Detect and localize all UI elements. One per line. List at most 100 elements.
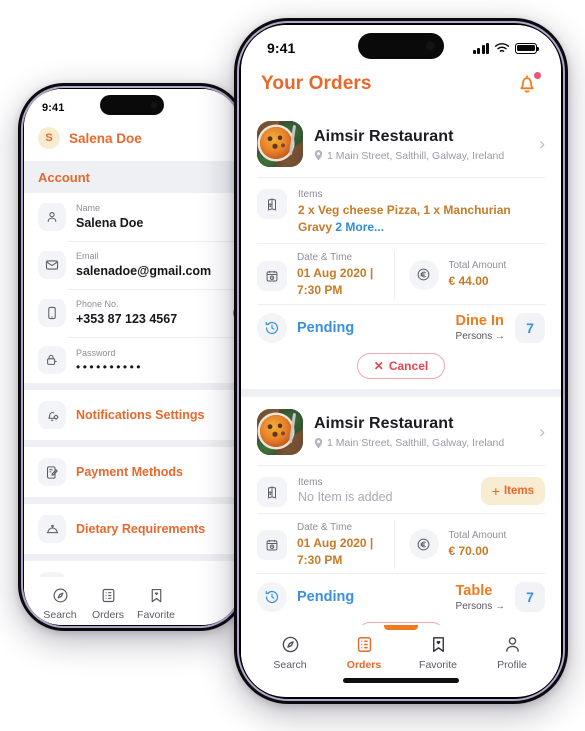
amount-label: Total Amount <box>448 530 507 542</box>
amount-value: € 44.00 <box>448 274 489 289</box>
add-items-button[interactable]: + Items <box>480 476 545 505</box>
back-tab-bar: Search Orders Favorite <box>24 577 240 625</box>
back-phone-screen: 9:41 S Salena Doe Account Name Salena Do… <box>24 89 240 625</box>
wifi-icon <box>494 43 510 52</box>
menu-item-rate-app[interactable]: Share App <box>24 561 240 577</box>
items-more-link[interactable]: 2 More... <box>335 220 384 234</box>
location-pin-icon <box>314 437 323 448</box>
order-items-row: Items No Item is added + Items <box>241 466 561 513</box>
close-icon: ✕ <box>373 358 384 373</box>
tab-label: Favorite <box>137 609 175 621</box>
compass-icon <box>282 636 298 653</box>
cloche-icon <box>38 515 66 544</box>
cancel-label: Cancel <box>388 358 429 373</box>
field-phone[interactable]: Phone No. +353 87 123 4567 ✓ <box>24 289 240 337</box>
phone-icon <box>38 299 66 328</box>
menu-items-icon <box>257 476 287 507</box>
back-phone-device: 9:41 S Salena Doe Account Name Salena Do… <box>18 83 246 631</box>
restaurant-address: 1 Main Street, Salthill, Galway, Ireland <box>314 437 524 449</box>
front-status-bar: 9:41 <box>241 25 561 65</box>
tab-label: Orders <box>91 609 125 621</box>
date-value: 01 Aug 2020 | 7:30 PM <box>297 535 374 567</box>
items-label: Items <box>298 189 323 200</box>
front-camera-icon <box>426 41 435 51</box>
order-card[interactable]: Aimsir Restaurant 1 Main Street, Salthil… <box>241 396 561 625</box>
notifications-button[interactable] <box>515 71 541 97</box>
orders-list[interactable]: Aimsir Restaurant 1 Main Street, Salthil… <box>241 109 561 625</box>
tab-label: Search <box>273 659 307 671</box>
location-pin-icon <box>314 150 323 161</box>
tab-orders[interactable]: Orders <box>327 635 401 671</box>
status-time: 9:41 <box>42 102 65 114</box>
persons-count: 7 <box>515 582 545 613</box>
account-user-header[interactable]: S Salena Doe <box>24 123 240 161</box>
cellular-icon <box>472 42 489 54</box>
tab-search[interactable]: Search <box>36 587 84 621</box>
tab-label: Profile <box>497 659 527 671</box>
clipboard-list-icon <box>102 588 114 603</box>
person-icon <box>505 637 519 652</box>
chevron-right-icon[interactable]: › <box>535 134 545 154</box>
tab-label: Favorite <box>419 659 457 671</box>
tab-profile[interactable]: Profile <box>475 635 549 671</box>
restaurant-row[interactable]: Aimsir Restaurant 1 Main Street, Salthil… <box>241 397 561 465</box>
field-label: Password <box>76 347 116 358</box>
date-time-col: Date & Time 01 Aug 2020 | 7:30 PM <box>257 520 394 570</box>
order-card[interactable]: Aimsir Restaurant 1 Main Street, Salthil… <box>241 109 561 389</box>
persons-label: Persons → <box>455 330 505 342</box>
menu-items-icon <box>257 189 287 219</box>
menu-item-label: Notifications Settings <box>76 408 205 423</box>
euro-icon <box>408 529 439 560</box>
order-items-row: Items 2 x Veg cheese Pizza, 1 x Manchuri… <box>241 178 561 243</box>
restaurant-address: 1 Main Street, Salthill, Galway, Ireland <box>314 150 524 162</box>
items-value: 2 x Veg cheese Pizza, 1 x Manchurian Gra… <box>298 202 545 237</box>
menu-item-notifications-settings[interactable]: Notifications Settings <box>24 390 240 441</box>
field-value: Salena Doe <box>76 215 144 230</box>
menu-item-dietary-requirements[interactable]: Dietary Requirements <box>24 504 240 555</box>
tab-favorite[interactable]: Favorite <box>401 635 475 671</box>
tab-search[interactable]: Search <box>253 635 327 671</box>
field-label: Phone No. <box>76 299 119 310</box>
clipboard-list-icon <box>357 637 371 652</box>
menu-item-payment-methods[interactable]: Payment Methods <box>24 447 240 498</box>
amount-value: € 70.00 <box>448 544 489 559</box>
compass-icon <box>53 588 67 603</box>
tab-orders[interactable]: Orders <box>84 587 132 621</box>
date-label: Date & Time <box>297 251 353 263</box>
mode-label: Dine In <box>455 313 504 330</box>
restaurant-thumbnail <box>257 408 303 455</box>
field-label: Name <box>76 203 101 213</box>
add-items-label: Items <box>503 484 534 497</box>
front-phone-device: 9:41 Your Orders Aimsir Restaurant 1 Mai… <box>234 18 568 704</box>
chevron-right-icon[interactable]: › <box>535 422 545 442</box>
tab-favorite[interactable]: Favorite <box>132 587 180 621</box>
cancel-row: ✕ Cancel <box>241 614 561 625</box>
plus-icon: + <box>491 482 500 499</box>
cancel-row: ✕ Cancel <box>241 345 561 379</box>
front-camera-icon <box>151 102 157 108</box>
tab-label: Orders <box>346 659 382 671</box>
order-status-row: Pending Table Persons → 7 <box>241 574 561 614</box>
field-label: Email <box>76 251 99 262</box>
items-label: Items <box>298 476 323 488</box>
notification-badge-dot <box>534 72 541 79</box>
order-status-row: Pending Dine In Persons → 7 <box>241 305 561 345</box>
field-value: •••••••••• <box>76 359 144 374</box>
restaurant-row[interactable]: Aimsir Restaurant 1 Main Street, Salthil… <box>241 109 561 177</box>
field-email[interactable]: Email salenadoe@gmail.com <box>24 241 240 289</box>
restaurant-info: Aimsir Restaurant 1 Main Street, Salthil… <box>314 414 524 449</box>
dynamic-island <box>100 95 164 115</box>
field-password[interactable]: Password •••••••••• <box>24 337 240 383</box>
lock-icon <box>38 346 66 375</box>
front-tab-bar: Search Orders Favorite Profile <box>241 625 561 694</box>
cancel-button[interactable]: ✕ Cancel <box>356 352 446 379</box>
menu-item-label: Payment Methods <box>76 465 183 480</box>
restaurant-thumbnail <box>257 121 303 167</box>
field-name[interactable]: Name Salena Doe <box>24 193 240 241</box>
history-clock-icon <box>257 312 287 343</box>
home-indicator <box>343 678 459 683</box>
account-fields-group: Name Salena Doe Email salenadoe@gmail.co… <box>24 193 240 384</box>
order-mode[interactable]: Dine In Persons → 7 <box>455 312 545 343</box>
screenshot-stage: 9:41 S Salena Doe Account Name Salena Do… <box>0 0 585 731</box>
order-mode[interactable]: Table Persons → 7 <box>456 582 545 613</box>
